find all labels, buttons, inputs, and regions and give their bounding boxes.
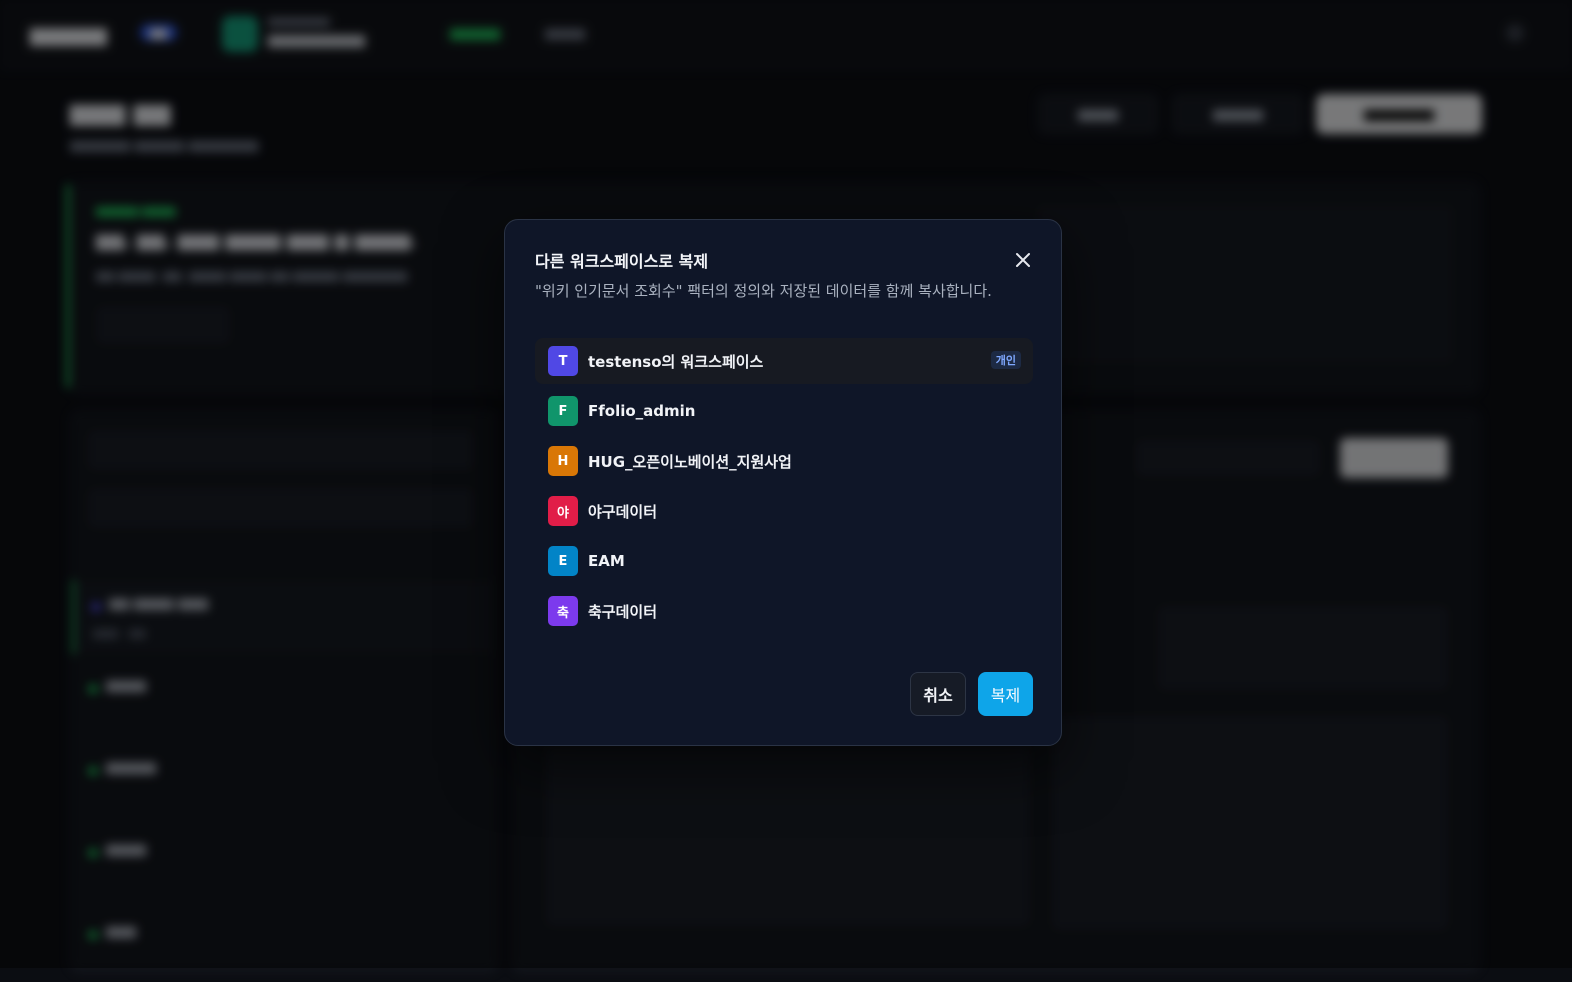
copy-button[interactable]: 복제 (978, 672, 1033, 716)
workspace-name: testenso의 워크스페이스 (588, 352, 764, 371)
personal-tag: 개인 (990, 351, 1021, 369)
workspace-name: 야구데이터 (588, 502, 658, 521)
workspace-list: Ttestenso의 워크스페이스 개인 F Ffolio_admin H HUG_오픈이… (535, 338, 1033, 638)
copy-to-workspace-dialog: 다른 워크스페이스로 복제 "위키 인기문서 조회수" 팩터의 정의와 저장된 … (504, 219, 1062, 746)
workspace-initial-badge: F (548, 396, 578, 426)
workspace-option[interactable]: E EAM (535, 538, 1033, 584)
workspace-option[interactable]: Ttestenso의 워크스페이스 개인 (535, 338, 1033, 384)
cancel-button[interactable]: 취소 (910, 672, 966, 716)
workspace-name: Ffolio_admin (588, 402, 696, 420)
workspace-name: HUG_오픈이노베이션_지원사업 (588, 452, 792, 471)
workspace-initial-badge: 야 (548, 496, 578, 526)
workspace-initial-badge: T (548, 346, 578, 376)
workspace-initial-badge: 축 (548, 596, 578, 626)
workspace-initial-badge: H (548, 446, 578, 476)
workspace-option[interactable]: H HUG_오픈이노베이션_지원사업 (535, 438, 1033, 484)
workspace-name: EAM (588, 552, 625, 570)
workspace-option[interactable]: F Ffolio_admin (535, 388, 1033, 434)
dialog-title: 다른 워크스페이스로 복제 (535, 252, 709, 271)
dialog-description: "위키 인기문서 조회수" 팩터의 정의와 저장된 데이터를 함께 복사합니다. (535, 282, 992, 300)
close-icon (1016, 253, 1030, 267)
close-button[interactable] (1011, 248, 1035, 272)
workspace-name: 축구데이터 (588, 602, 658, 621)
workspace-option[interactable]: 축 축구데이터 (535, 588, 1033, 634)
workspace-initial-badge: E (548, 546, 578, 576)
workspace-option[interactable]: 야 야구데이터 (535, 488, 1033, 534)
